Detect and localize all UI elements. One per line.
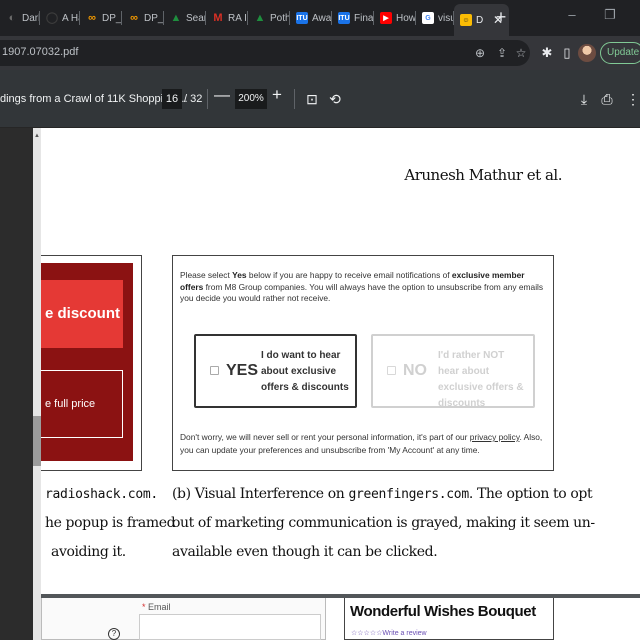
google-icon: G	[422, 12, 434, 24]
thumbnail-sidebar	[0, 128, 33, 640]
pdf-page: Arunesh Mathur et al. e discount e full …	[41, 128, 640, 594]
running-head: Arunesh Mathur et al.	[404, 166, 562, 184]
tab[interactable]: ▲ Sear	[164, 6, 206, 30]
tab-label: DP_c	[144, 12, 164, 24]
page-total: / 32	[184, 93, 203, 105]
new-tab-button[interactable]: +	[490, 6, 512, 28]
caption-a: radioshack.com. he popup is framed avoid…	[45, 487, 176, 560]
tab-label: Dark	[22, 12, 40, 24]
tab-label: Poth	[270, 12, 290, 24]
rotate-icon[interactable]: ⟲	[326, 90, 344, 108]
no-description: I'd rather NOT hear about exclusive offe…	[438, 350, 524, 409]
next-figures-preview: * Email ? Wonderful Wishes Bouquet ☆☆☆☆☆…	[41, 598, 640, 640]
tab[interactable]: ▲ Poth	[248, 6, 290, 30]
tab[interactable]: ▶ How	[374, 6, 416, 30]
scroll-up-icon[interactable]: ▲	[33, 132, 41, 140]
figure-a: e discount e full price	[41, 255, 142, 471]
page-number-input[interactable]: 16	[162, 89, 182, 109]
smiley-icon: ☺	[460, 14, 472, 26]
toolbar-divider	[207, 89, 208, 109]
toolbar-divider	[294, 89, 295, 109]
print-icon[interactable]: ⎙	[598, 90, 616, 108]
minimize-icon[interactable]: –	[560, 4, 584, 26]
discount-popup: e discount e full price	[41, 263, 133, 461]
zoom-icon[interactable]: ⊕	[471, 44, 489, 62]
tab[interactable]: M RA I	[206, 6, 248, 30]
scrollbar-thumb[interactable]	[33, 416, 41, 466]
product-preview: Wonderful Wishes Bouquet ☆☆☆☆☆Write a re…	[344, 598, 554, 640]
tab[interactable]: ∞ DP_c	[122, 6, 164, 30]
tab-label: A Ha	[62, 12, 80, 24]
star-icon[interactable]: ☆	[512, 44, 530, 62]
privacy-policy-link: privacy policy	[469, 432, 520, 442]
pdf-toolbar: dings from a Crawl of 11K Shopping ... 1…	[0, 70, 640, 128]
checkbox-icon	[387, 366, 396, 375]
infinity-icon: ∞	[88, 11, 96, 24]
figure-b: Please select Yes below if you are happy…	[172, 255, 554, 471]
zoom-out-button[interactable]: —	[214, 87, 230, 105]
youtube-icon: ▶	[380, 12, 392, 24]
zoom-input[interactable]: 200%	[235, 89, 267, 109]
document-title: dings from a Crawl of 11K Shopping ...	[0, 93, 188, 105]
discount-banner: e discount	[41, 280, 123, 348]
no-label: NO	[403, 362, 427, 379]
tab[interactable]: ITU Final	[332, 6, 374, 30]
tab-label: Sear	[186, 12, 206, 24]
address-bar[interactable]: 1907.07032.pdf ⊕ ⇪ ☆	[0, 40, 530, 66]
url-text[interactable]: 1907.07032.pdf	[2, 46, 78, 58]
privacy-footer-text: Don't worry, we will never sell or rent …	[180, 432, 543, 455]
product-title: Wonderful Wishes Bouquet	[350, 603, 536, 620]
gmail-icon: M	[213, 11, 223, 24]
extensions-icon[interactable]: ✱	[538, 44, 556, 62]
tab[interactable]: ITU Awa	[290, 6, 332, 30]
tab-label: DP_v	[102, 12, 122, 24]
tab-label: D	[476, 14, 484, 26]
tab[interactable]: ∞ DP_v	[80, 6, 122, 30]
checkbox-icon	[210, 366, 219, 375]
side-panel-icon[interactable]: ▯	[558, 44, 576, 62]
tab[interactable]: ◯A Ha	[40, 6, 80, 30]
fit-page-icon[interactable]: ⊡	[303, 90, 321, 108]
avatar[interactable]	[578, 44, 596, 62]
email-form-preview: * Email ?	[41, 598, 326, 640]
decline-button: e full price	[41, 370, 123, 438]
tab-label: Final	[354, 12, 374, 24]
iitu-icon: ITU	[338, 12, 350, 24]
tab-strip: ◐Dark◯A Ha∞DP_v∞DP_c▲SearMRA I▲PothITUAw…	[0, 0, 640, 36]
more-options-icon[interactable]: ⋮	[624, 90, 640, 108]
pdf-viewer[interactable]: ▲ Arunesh Mathur et al. e discount e ful…	[0, 128, 640, 640]
zoom-in-button[interactable]: +	[272, 85, 282, 105]
moon-icon: ◐	[8, 11, 16, 24]
tab[interactable]: ◐ Dark	[0, 6, 40, 30]
yes-option: YES I do want to hear about exclusive of…	[194, 334, 357, 408]
yes-label: YES	[226, 362, 259, 379]
tab-label: Awa	[312, 12, 332, 24]
caption-b: (b) Visual Interference on greenfingers.…	[172, 486, 595, 560]
email-field	[139, 614, 321, 640]
download-icon[interactable]: ⤓	[575, 90, 593, 108]
restore-icon[interactable]: ❐	[598, 4, 622, 26]
github-icon: ◯	[45, 11, 59, 24]
tab-label: How	[396, 12, 416, 24]
help-icon: ?	[108, 628, 120, 640]
infinity-icon: ∞	[130, 11, 138, 24]
tab[interactable]: Gvisua	[416, 6, 454, 30]
browser-toolbar: 1907.07032.pdf ⊕ ⇪ ☆ ✱ ▯ Update	[0, 36, 640, 70]
yes-description: I do want to hear about exclusive offers…	[261, 350, 349, 393]
email-label: * Email	[142, 602, 171, 612]
scrollbar[interactable]: ▲	[33, 128, 41, 640]
tab-label: visua	[438, 12, 454, 24]
tab-label: RA I	[228, 12, 247, 24]
update-button[interactable]: Update	[600, 42, 640, 64]
drive-icon: ▲	[254, 11, 266, 24]
consent-intro-text: Please select Yes below if you are happy…	[180, 270, 544, 304]
no-option: NO I'd rather NOT hear about exclusive o…	[371, 334, 535, 409]
review-link: ☆☆☆☆☆Write a review	[351, 630, 427, 637]
share-icon[interactable]: ⇪	[493, 44, 511, 62]
drive-icon: ▲	[170, 11, 182, 24]
iitu-icon: ITU	[296, 12, 308, 24]
